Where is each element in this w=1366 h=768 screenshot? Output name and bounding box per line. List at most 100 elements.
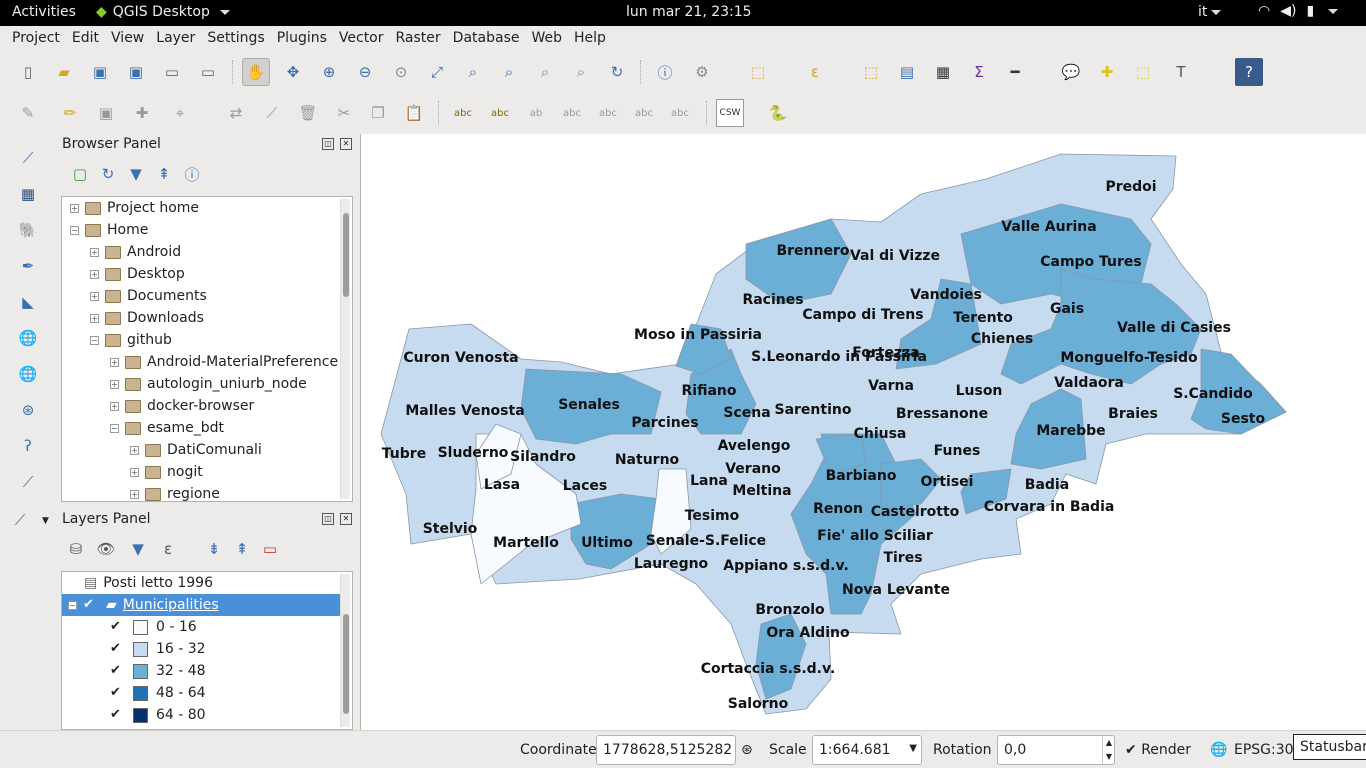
add-wms-layer-icon[interactable]: 🌐	[14, 324, 42, 352]
paste-features-icon[interactable]: 📋	[400, 99, 428, 127]
composer-manager-icon[interactable]: ▭	[194, 58, 222, 86]
add-wcs-layer-icon[interactable]: 🌐	[14, 360, 42, 388]
pan-to-selection-icon[interactable]: ✥	[279, 58, 307, 86]
measure-line-icon[interactable]: ━	[1001, 58, 1029, 86]
collapse-icon[interactable]: −	[90, 335, 99, 345]
map-svg[interactable]: Predoi Valle Aurina Brennero Val di Vizze Ca…	[361, 134, 1366, 730]
zoom-last-icon[interactable]: ⌕	[531, 58, 559, 86]
map-tips-icon[interactable]: 💬	[1057, 58, 1085, 86]
rotate-label-icon[interactable]: abc	[630, 99, 658, 127]
legend-class-row[interactable]: ✔ 32 - 48	[110, 660, 206, 682]
copy-features-icon[interactable]: ❐	[364, 99, 392, 127]
add-spatialite-layer-icon[interactable]: ✒	[14, 252, 42, 280]
browser-item[interactable]: − github	[90, 329, 172, 351]
save-layer-edits-icon[interactable]: ▣	[92, 99, 120, 127]
menu-project[interactable]: Project	[6, 26, 66, 52]
browser-item[interactable]: + Documents	[90, 285, 207, 307]
zoom-to-selection-icon[interactable]: ⌕	[459, 58, 487, 86]
browser-scrollbar[interactable]	[340, 199, 350, 499]
browser-item[interactable]: − esame_bdt	[110, 417, 224, 439]
browser-item[interactable]: + docker-browser	[110, 395, 254, 417]
browser-item[interactable]: + DatiComunali	[130, 439, 262, 461]
menu-raster[interactable]: Raster	[390, 26, 447, 52]
clock[interactable]: lun mar 21, 23:15	[626, 4, 752, 20]
python-console-icon[interactable]: 🐍	[764, 99, 792, 127]
zoom-native-icon[interactable]: ⊙	[387, 58, 415, 86]
highlight-pinned-labels-icon[interactable]: ab	[522, 99, 550, 127]
new-bookmark-icon[interactable]: ✚	[1093, 58, 1121, 86]
system-menu[interactable]: ◠ ◀) ▮	[1258, 3, 1339, 19]
remove-layer-icon[interactable]: ▭	[256, 537, 284, 561]
properties-icon[interactable]: ⓘ	[178, 162, 206, 186]
menu-database[interactable]: Database	[447, 26, 526, 52]
zoom-in-icon[interactable]: ⊕	[315, 58, 343, 86]
collapse-icon[interactable]: −	[110, 423, 119, 433]
add-raster-layer-icon[interactable]: ▦	[14, 180, 42, 208]
zoom-to-layer-icon[interactable]: ⌕	[495, 58, 523, 86]
open-layer-styling-icon[interactable]: ⛁	[62, 537, 90, 561]
show-hide-labels-icon[interactable]: abc	[558, 99, 586, 127]
new-shapefile-icon[interactable]: ⟋	[14, 468, 42, 496]
delete-selected-icon[interactable]: 🗑	[294, 99, 322, 127]
browser-item[interactable]: + Android	[90, 241, 181, 263]
menu-edit[interactable]: Edit	[66, 26, 105, 52]
expand-icon[interactable]: +	[130, 467, 139, 477]
new-print-composer-icon[interactable]: ▭	[158, 58, 186, 86]
expand-icon[interactable]: +	[130, 445, 139, 455]
map-canvas[interactable]: Predoi Valle Aurina Brennero Val di Vizze Ca…	[360, 134, 1366, 730]
zoom-out-icon[interactable]: ⊖	[351, 58, 379, 86]
add-wfs-layer-icon[interactable]: ⊛	[14, 396, 42, 424]
legend-class-row[interactable]: ✔ 0 - 16	[110, 616, 197, 638]
menu-help[interactable]: Help	[568, 26, 612, 52]
close-panel-icon[interactable]: ✕	[340, 138, 352, 150]
layer-row-municipalities[interactable]: − ✔ ▰ Municipalities	[62, 594, 342, 616]
attribute-table-icon[interactable]: ▤	[893, 58, 921, 86]
vertex-tool-icon[interactable]: ⟋	[258, 99, 286, 127]
select-features-icon[interactable]: ⬚	[744, 58, 772, 86]
collapse-icon[interactable]: −	[70, 225, 79, 235]
expand-icon[interactable]: +	[70, 203, 79, 213]
browser-item[interactable]: + Desktop	[90, 263, 185, 285]
layer-visibility-checkbox[interactable]: ✔	[83, 598, 96, 612]
add-mssql-layer-icon[interactable]: ◣	[14, 288, 42, 316]
menu-settings[interactable]: Settings	[201, 26, 270, 52]
statistical-summary-icon[interactable]: Σ	[965, 58, 993, 86]
expand-all-icon[interactable]: ⇟	[200, 537, 228, 561]
select-by-expression-icon[interactable]: ε	[801, 58, 829, 86]
zoom-next-icon[interactable]: ⌕	[567, 58, 595, 86]
class-visibility-checkbox[interactable]: ✔	[110, 708, 123, 722]
run-feature-action-icon[interactable]: ⚙	[688, 58, 716, 86]
filter-icon[interactable]: ▼	[122, 162, 150, 186]
new-project-icon[interactable]: ▯	[14, 58, 42, 86]
mouse-coordinates-toggle-icon[interactable]: ⊛	[741, 742, 753, 758]
legend-class-row[interactable]: ✔ 64 - 80	[110, 704, 206, 726]
cut-features-icon[interactable]: ✂	[330, 99, 358, 127]
activities-button[interactable]: Activities	[12, 4, 76, 20]
expand-icon[interactable]: +	[110, 401, 119, 411]
add-feature-icon[interactable]: ✚	[128, 99, 156, 127]
field-calculator-icon[interactable]: ▦	[929, 58, 957, 86]
filter-by-expression-icon[interactable]: ε	[154, 537, 182, 561]
rotation-spinbox[interactable]: 0,0 ▲ ▼	[997, 735, 1115, 765]
deselect-features-icon[interactable]: ⬚	[857, 58, 885, 86]
manage-visibility-icon[interactable]: 👁	[92, 537, 120, 561]
browser-item[interactable]: + nogit	[130, 461, 203, 483]
menu-plugins[interactable]: Plugins	[271, 26, 333, 52]
chevron-down-icon[interactable]: ▼	[42, 516, 49, 526]
open-project-icon[interactable]: ▰	[50, 58, 78, 86]
add-selected-layers-icon[interactable]: ▢	[66, 162, 94, 186]
change-label-icon[interactable]: abc	[666, 99, 694, 127]
identify-features-icon[interactable]: ⓘ	[651, 58, 679, 86]
app-menu[interactable]: ◆ QGIS Desktop	[96, 4, 230, 20]
save-project-icon[interactable]: ▣	[86, 58, 114, 86]
menu-layer[interactable]: Layer	[150, 26, 201, 52]
expand-icon[interactable]: +	[110, 379, 119, 389]
help-contents-icon[interactable]: ?	[1235, 58, 1263, 86]
current-edits-icon[interactable]: ✎	[14, 99, 42, 127]
node-tool-icon[interactable]: ⌖	[166, 99, 194, 127]
browser-item[interactable]: + Android-MaterialPreference	[110, 351, 338, 373]
collapse-icon[interactable]: −	[68, 600, 77, 610]
move-feature-icon[interactable]: ⇄	[222, 99, 250, 127]
expand-icon[interactable]: +	[130, 489, 139, 499]
move-label-icon[interactable]: abc	[594, 99, 622, 127]
